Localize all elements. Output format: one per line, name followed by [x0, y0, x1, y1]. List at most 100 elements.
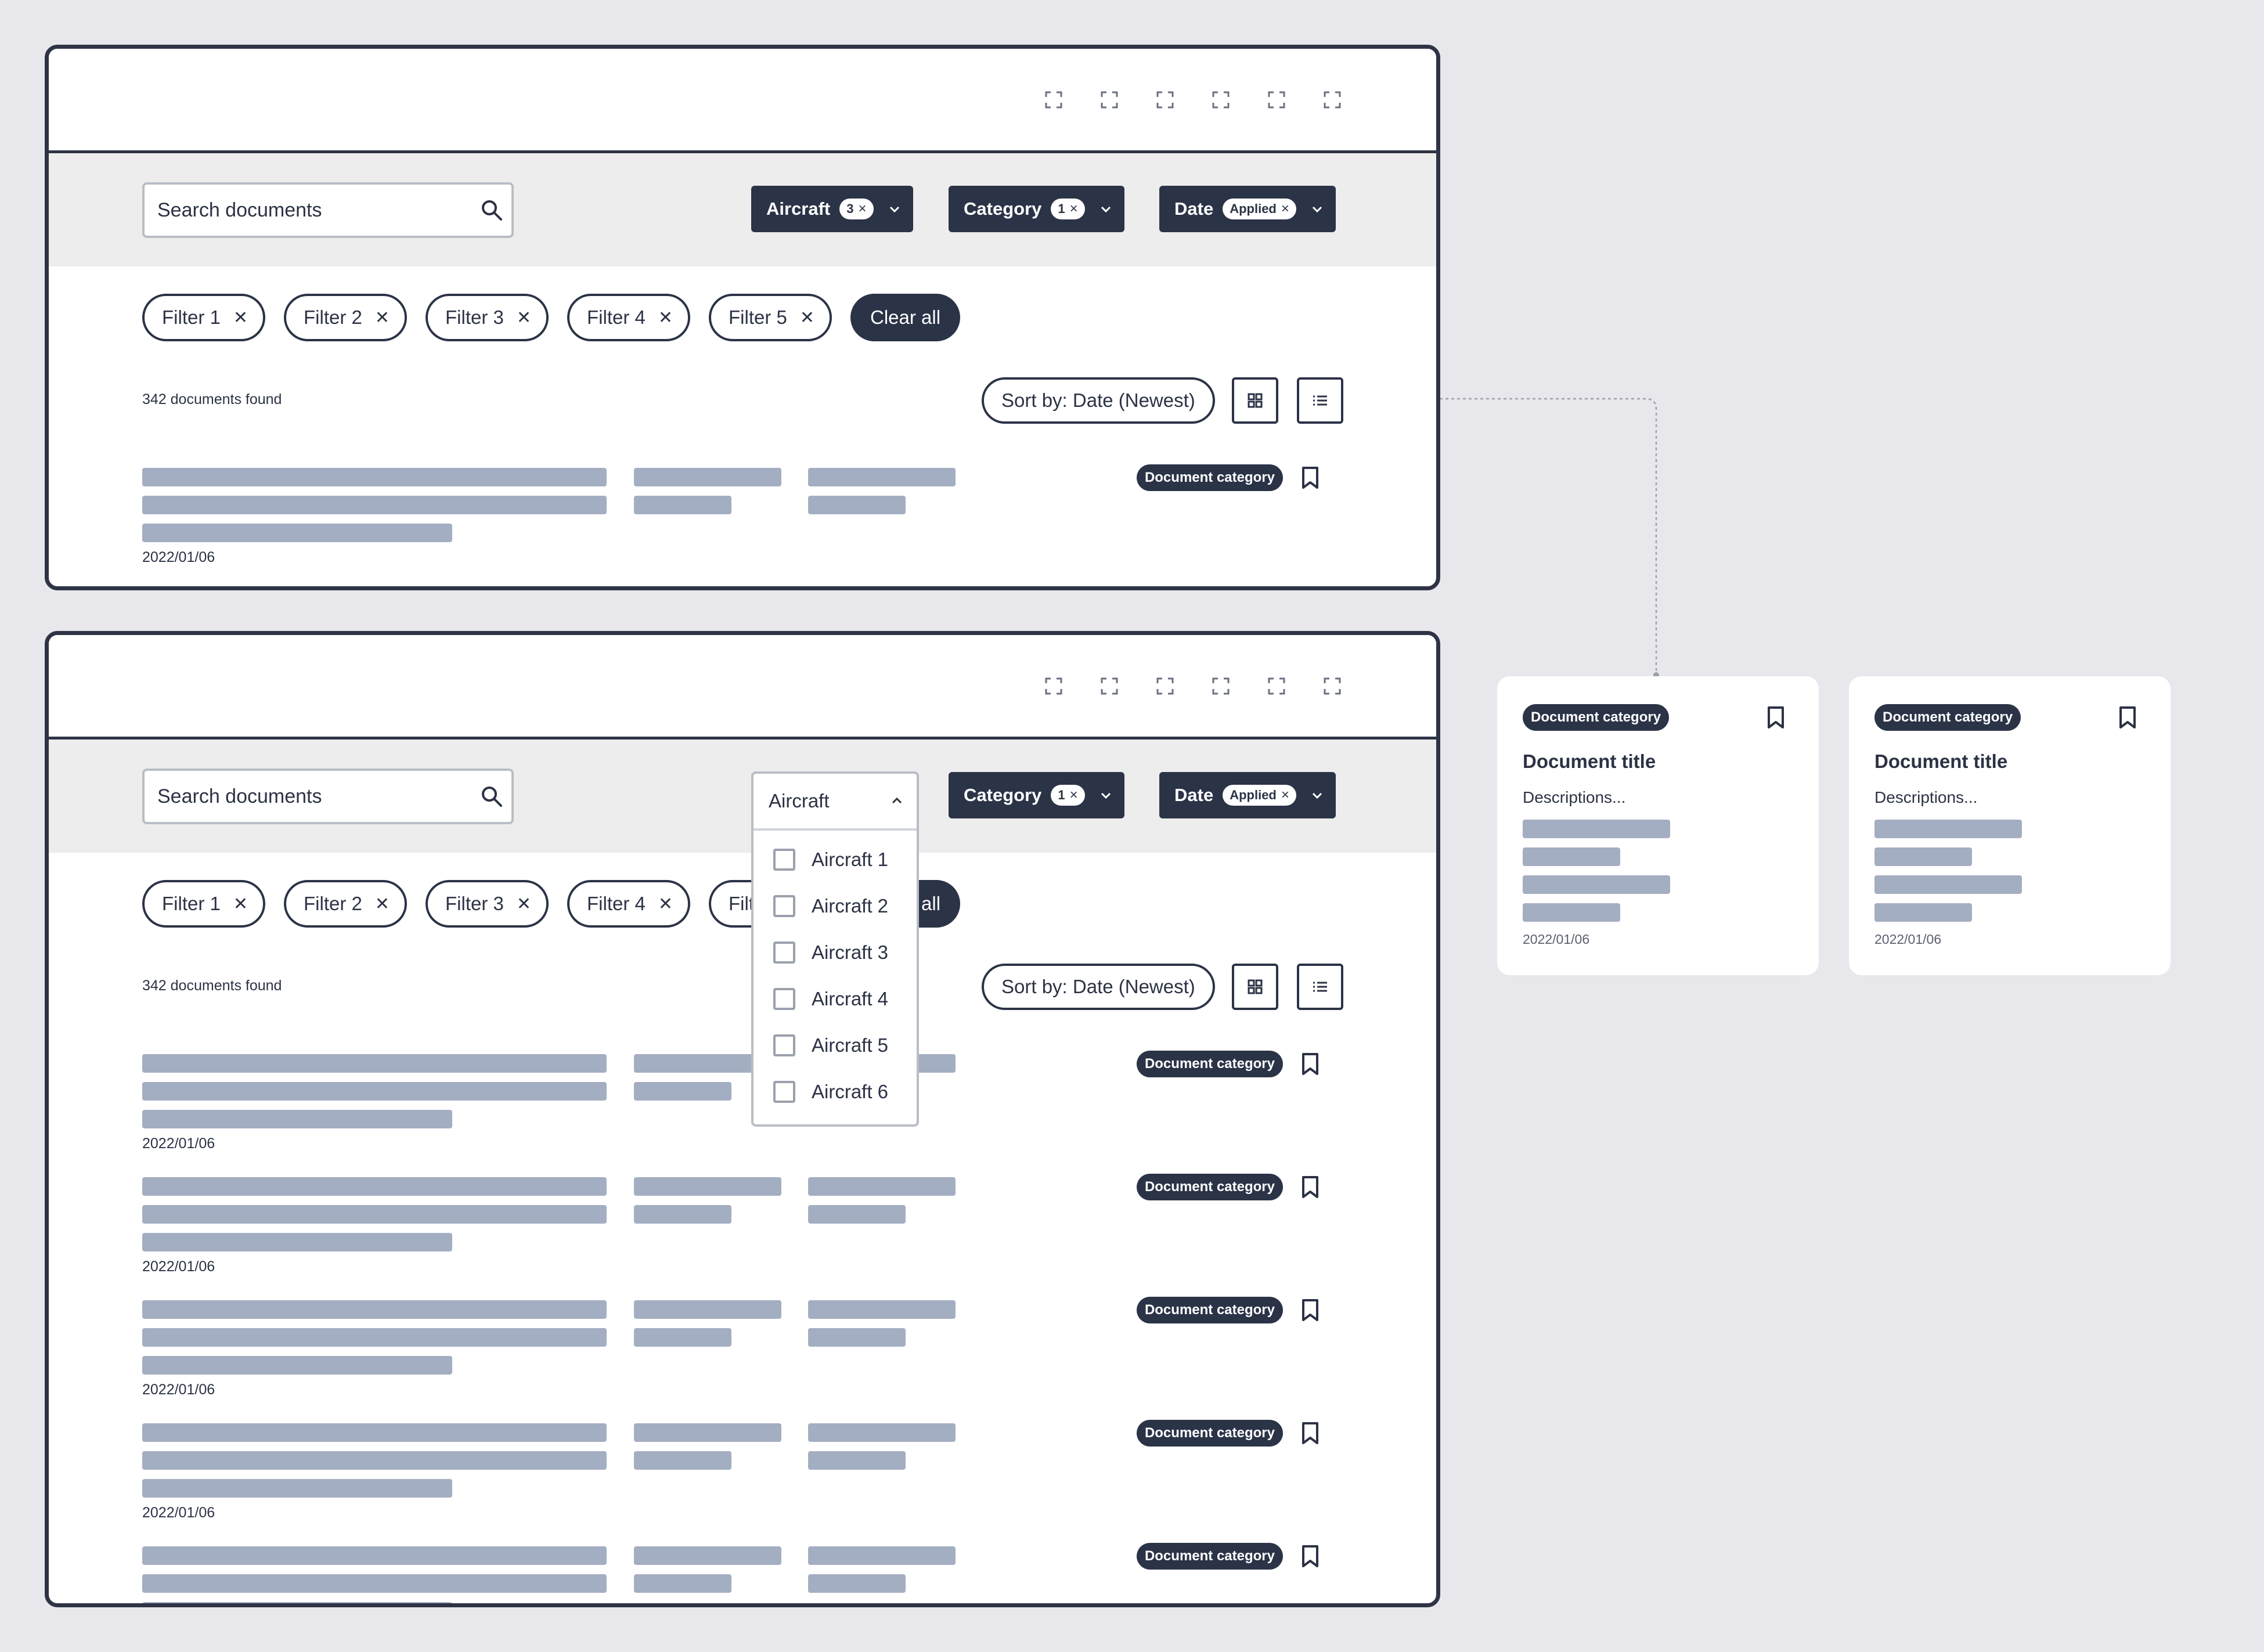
skeleton-text-bar — [142, 1451, 607, 1470]
search-input[interactable]: Search documents — [142, 769, 514, 824]
skeleton-text-bar — [142, 468, 607, 486]
category-badge: Document category — [1136, 1543, 1283, 1570]
aircraft-option[interactable]: Aircraft 1 — [754, 836, 917, 883]
skeleton-text-bar — [634, 1300, 781, 1319]
document-row[interactable]: 2022/01/06 Document category — [142, 464, 1361, 586]
close-icon[interactable]: ✕ — [375, 308, 390, 328]
filter-chip[interactable]: Filter 3 ✕ — [426, 880, 549, 928]
filter-chip[interactable]: Filter 5 ✕ — [709, 294, 832, 341]
search-input[interactable]: Search documents — [142, 182, 514, 238]
checkbox[interactable] — [773, 895, 795, 917]
focus-frame-icon[interactable] — [1268, 677, 1285, 695]
grid-view-button[interactable] — [1232, 964, 1278, 1010]
checkbox[interactable] — [773, 849, 795, 871]
close-icon[interactable]: × — [859, 201, 867, 217]
document-row[interactable]: 2022/01/06 Document category — [142, 1297, 1361, 1420]
category-dropdown[interactable]: Category 1 × — [949, 186, 1124, 232]
aircraft-count-pill[interactable]: 3 × — [839, 199, 874, 219]
aircraft-option[interactable]: Aircraft 5 — [754, 1022, 917, 1069]
close-icon[interactable]: ✕ — [375, 894, 390, 914]
focus-frame-icon[interactable] — [1101, 91, 1118, 109]
sort-button[interactable]: Sort by: Date (Newest) — [982, 377, 1215, 424]
close-icon[interactable]: ✕ — [517, 308, 531, 328]
close-icon[interactable]: ✕ — [233, 894, 248, 914]
aircraft-dropdown-menu[interactable]: Aircraft Aircraft 1 Aircraft 2 Aircraft … — [751, 771, 919, 1127]
checkbox[interactable] — [773, 988, 795, 1010]
category-count-pill[interactable]: 1 × — [1051, 199, 1085, 219]
checkbox[interactable] — [773, 942, 795, 964]
filter-chip[interactable]: Filter 2 ✕ — [284, 294, 407, 341]
aircraft-dropdown[interactable]: Aircraft 3 × — [751, 186, 913, 232]
skeleton-text-bar — [808, 468, 956, 486]
filter-chip[interactable]: Filter 4 ✕ — [567, 880, 690, 928]
skeleton-text-bar — [808, 1205, 906, 1224]
sort-button[interactable]: Sort by: Date (Newest) — [982, 964, 1215, 1010]
close-icon[interactable]: × — [1281, 787, 1289, 803]
focus-frame-icon[interactable] — [1324, 677, 1341, 695]
search-icon[interactable] — [480, 199, 503, 222]
document-card[interactable]: Document category Document title Descrip… — [1497, 676, 1819, 975]
focus-frame-icon[interactable] — [1268, 91, 1285, 109]
list-view-button[interactable] — [1297, 377, 1343, 424]
bookmark-icon[interactable] — [1765, 705, 1786, 730]
document-row[interactable]: 2022/01/06 Document category — [142, 1174, 1361, 1297]
document-card[interactable]: Document category Document title Descrip… — [1849, 676, 2171, 975]
bookmark-icon[interactable] — [1300, 1544, 1321, 1568]
focus-frame-icon[interactable] — [1156, 677, 1174, 695]
skeleton-text-bar — [808, 1328, 906, 1347]
skeleton-text-bar — [634, 1451, 731, 1470]
date-dropdown[interactable]: Date Applied × — [1159, 772, 1336, 818]
document-row[interactable]: 2022/01/06 Document category — [142, 1420, 1361, 1543]
skeleton-text-bar — [1523, 875, 1670, 894]
focus-frame-icon[interactable] — [1045, 91, 1062, 109]
bookmark-icon[interactable] — [1300, 1298, 1321, 1322]
filter-chip[interactable]: Filter 2 ✕ — [284, 880, 407, 928]
document-row[interactable]: Document category — [142, 1543, 1361, 1603]
bookmark-icon[interactable] — [1300, 1052, 1321, 1076]
bookmark-icon[interactable] — [1300, 1175, 1321, 1199]
close-icon[interactable]: ✕ — [233, 308, 248, 328]
close-icon[interactable]: × — [1070, 201, 1078, 217]
focus-frame-icon[interactable] — [1045, 677, 1062, 695]
filter-chip[interactable]: Filter 3 ✕ — [426, 294, 549, 341]
close-icon[interactable]: ✕ — [658, 308, 673, 328]
focus-frame-icon[interactable] — [1156, 91, 1174, 109]
checkbox[interactable] — [773, 1034, 795, 1056]
focus-frame-icon[interactable] — [1212, 91, 1230, 109]
aircraft-option[interactable]: Aircraft 6 — [754, 1069, 917, 1115]
card-title: Document title — [1523, 751, 1656, 772]
filter-chip[interactable]: Filter 4 ✕ — [567, 294, 690, 341]
clear-all-button[interactable]: Clear all — [850, 294, 961, 341]
focus-frame-icon[interactable] — [1101, 677, 1118, 695]
focus-frame-icon[interactable] — [1212, 677, 1230, 695]
date-dropdown[interactable]: Date Applied × — [1159, 186, 1336, 232]
aircraft-option[interactable]: Aircraft 3 — [754, 929, 917, 976]
close-icon[interactable]: ✕ — [658, 894, 673, 914]
category-count-pill[interactable]: 1 × — [1051, 785, 1085, 806]
bookmark-icon[interactable] — [1300, 466, 1321, 490]
aircraft-dropdown-header[interactable]: Aircraft — [754, 774, 917, 831]
aircraft-option[interactable]: Aircraft 2 — [754, 883, 917, 929]
bookmark-icon[interactable] — [1300, 1421, 1321, 1445]
category-badge: Document category — [1136, 1420, 1283, 1447]
close-icon[interactable]: ✕ — [800, 308, 814, 328]
grid-view-button[interactable] — [1232, 377, 1278, 424]
search-icon[interactable] — [480, 785, 503, 808]
filter-chip[interactable]: Filter 1 ✕ — [142, 294, 265, 341]
close-icon[interactable]: × — [1070, 787, 1078, 803]
close-icon[interactable]: × — [1281, 201, 1289, 217]
date-status-pill[interactable]: Applied × — [1223, 785, 1296, 806]
focus-frame-icon[interactable] — [1324, 91, 1341, 109]
close-icon[interactable]: ✕ — [517, 894, 531, 914]
date-status-pill[interactable]: Applied × — [1223, 199, 1296, 219]
filter-chip[interactable]: Filter 1 ✕ — [142, 880, 265, 928]
category-dropdown[interactable]: Category 1 × — [949, 772, 1124, 818]
checkbox[interactable] — [773, 1081, 795, 1103]
aircraft-option[interactable]: Aircraft 4 — [754, 976, 917, 1022]
bookmark-icon[interactable] — [2117, 705, 2138, 730]
aircraft-option-label: Aircraft 2 — [812, 895, 889, 917]
document-date: 2022/01/06 — [142, 1135, 215, 1152]
document-row[interactable]: Document category — [142, 587, 1361, 590]
filter-bar: Search documents Category 1 × Date Applie… — [49, 740, 1436, 853]
list-view-button[interactable] — [1297, 964, 1343, 1010]
